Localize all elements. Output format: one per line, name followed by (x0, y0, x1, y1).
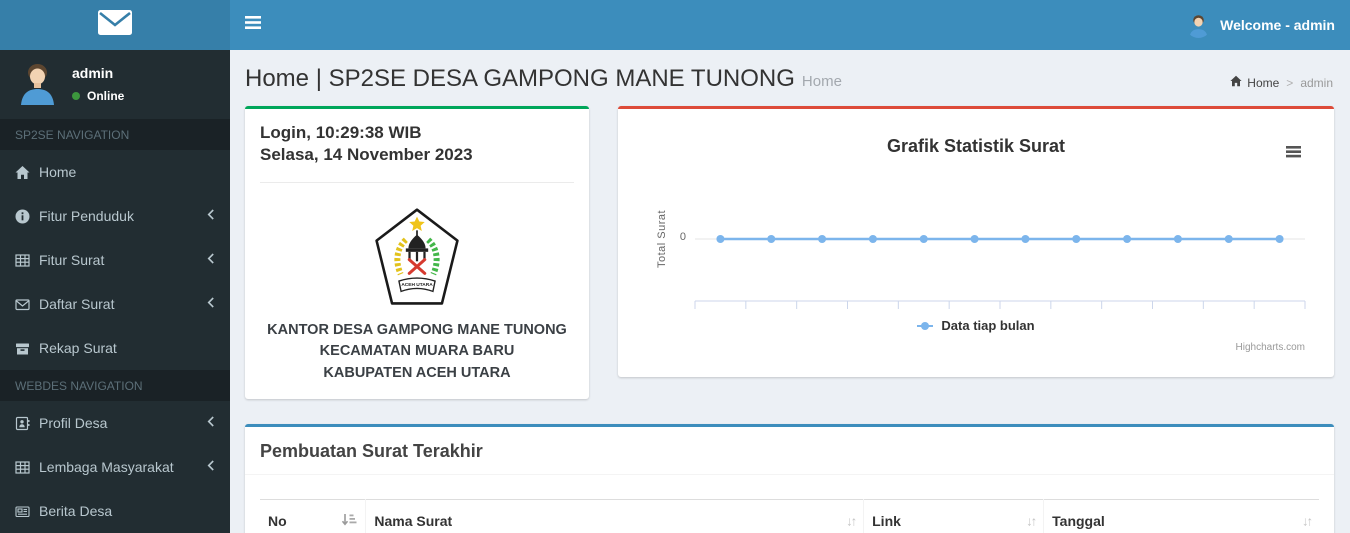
table-header-row: No Nama Surat ↓↑ Link ↓↑ Tanggal ↓↑ (260, 499, 1319, 533)
chevron-left-icon (206, 252, 215, 268)
content-wrapper: Home | SP2SE DESA GAMPONG MANE TUNONG Hom… (230, 50, 1350, 533)
navbar-user-menu[interactable]: Welcome - admin (1186, 13, 1350, 38)
sidebar-user-name: admin (72, 65, 114, 81)
login-date: Selasa, 14 November 2023 (260, 145, 473, 165)
sort-both-icon: ↓↑ (1026, 513, 1037, 529)
recent-letters-box: Pembuatan Surat Terakhir No Nama Surat ↓… (245, 424, 1334, 533)
office-line-1: KANTOR DESA GAMPONG MANE TUNONG (267, 321, 567, 338)
sidebar-item-label: Berita Desa (39, 503, 113, 519)
sort-amount-asc-icon (341, 513, 357, 529)
welcome-label: Welcome - admin (1220, 17, 1335, 33)
page-subtitle: Home (801, 73, 842, 90)
sidebar-item-label: Fitur Surat (39, 252, 105, 268)
user-status-link[interactable]: Online (72, 89, 124, 103)
sidebar-item-rekap-surat[interactable]: Rekap Surat (0, 326, 230, 370)
column-header-no[interactable]: No (260, 500, 366, 533)
sidebar-user-panel: admin Online (0, 50, 230, 119)
hamburger-icon (245, 16, 261, 34)
table-icon (15, 460, 39, 475)
info-circle-icon (15, 209, 39, 224)
sidebar-section-header-webdes: WEBDES NAVIGATION (0, 370, 230, 401)
chevron-left-icon (206, 459, 215, 475)
navbar-logo[interactable] (0, 0, 230, 50)
sidebar-item-lembaga-masyarakat[interactable]: Lembaga Masyarakat (0, 445, 230, 489)
sidebar-item-label: Rekap Surat (39, 340, 117, 356)
chart-box: Grafik Statistik Surat Total Surat 0 Dat… (618, 106, 1334, 377)
envelope-logo-icon (98, 10, 132, 40)
envelope-icon (15, 297, 39, 312)
legend-label: Data tiap bulan (941, 318, 1035, 333)
aceh-utara-emblem: ACEH UTARA (260, 207, 574, 307)
home-icon (1230, 75, 1242, 90)
breadcrumb-current: admin (1300, 75, 1333, 90)
column-header-nama-surat[interactable]: Nama Surat ↓↑ (365, 499, 864, 533)
chevron-left-icon (206, 208, 215, 224)
highcharts-credit-link[interactable]: Highcharts.com (1236, 342, 1305, 353)
sidebar-item-label: Lembaga Masyarakat (39, 459, 174, 475)
recent-letters-table: No Nama Surat ↓↑ Link ↓↑ Tanggal ↓↑ (260, 499, 1319, 533)
sidebar-item-home[interactable]: Home (0, 150, 230, 194)
sidebar-item-label: Home (39, 164, 77, 180)
chevron-left-icon (206, 296, 215, 312)
breadcrumb: Home > admin (1230, 75, 1333, 90)
column-header-tanggal[interactable]: Tanggal ↓↑ (1043, 499, 1319, 533)
emblem-banner-text: ACEH UTARA (401, 282, 433, 288)
sidebar-toggle-button[interactable] (230, 0, 276, 52)
user-status-label: Online (87, 89, 125, 103)
sort-both-icon: ↓↑ (846, 513, 857, 529)
sidebar-item-berita-desa[interactable]: Berita Desa (0, 489, 230, 533)
sidebar: admin Online SP2SE NAVIGATION Home Fitur… (0, 50, 230, 533)
column-header-link[interactable]: Link ↓↑ (863, 499, 1044, 533)
online-dot-icon (72, 92, 80, 100)
breadcrumb-home[interactable]: Home (1230, 75, 1279, 90)
sidebar-item-daftar-surat[interactable]: Daftar Surat (0, 282, 230, 326)
archive-icon (15, 341, 39, 356)
table-icon (15, 253, 39, 268)
page-title: Home | SP2SE DESA GAMPONG MANE TUNONG Hom… (245, 65, 842, 92)
office-line-2: KECAMATAN MUARA BARU (319, 343, 515, 360)
table-box-title: Pembuatan Surat Terakhir (260, 441, 483, 461)
sidebar-item-fitur-penduduk[interactable]: Fitur Penduduk (0, 194, 230, 238)
newspaper-icon (15, 504, 39, 519)
divider (260, 181, 574, 183)
chart-legend-item[interactable]: Data tiap bulan (618, 318, 1334, 333)
sidebar-item-fitur-surat[interactable]: Fitur Surat (0, 238, 230, 282)
sidebar-item-label: Fitur Penduduk (39, 208, 134, 224)
user-avatar-small (1186, 13, 1211, 38)
home-icon (15, 165, 39, 180)
chart-plot (694, 235, 1306, 309)
sidebar-item-label: Daftar Surat (39, 296, 115, 312)
breadcrumb-separator: > (1286, 75, 1294, 90)
sidebar-item-profil-desa[interactable]: Profil Desa (0, 401, 230, 445)
top-navbar: Welcome - admin (0, 0, 1350, 50)
sidebar-item-label: Profil Desa (39, 415, 108, 431)
sort-both-icon: ↓↑ (1302, 513, 1313, 529)
sidebar-section-header-sp2se: SP2SE NAVIGATION (0, 119, 230, 150)
address-book-icon (15, 416, 39, 431)
legend-line-marker-icon (917, 321, 934, 330)
login-info-box: Login, 10:29:38 WIB Selasa, 14 November … (245, 106, 589, 399)
login-time: Login, 10:29:38 WIB (260, 123, 422, 142)
chevron-left-icon (206, 415, 215, 431)
office-line-3: KABUPATEN ACEH UTARA (323, 364, 511, 381)
user-avatar-large (15, 60, 60, 105)
navbar: Welcome - admin (230, 0, 1350, 50)
